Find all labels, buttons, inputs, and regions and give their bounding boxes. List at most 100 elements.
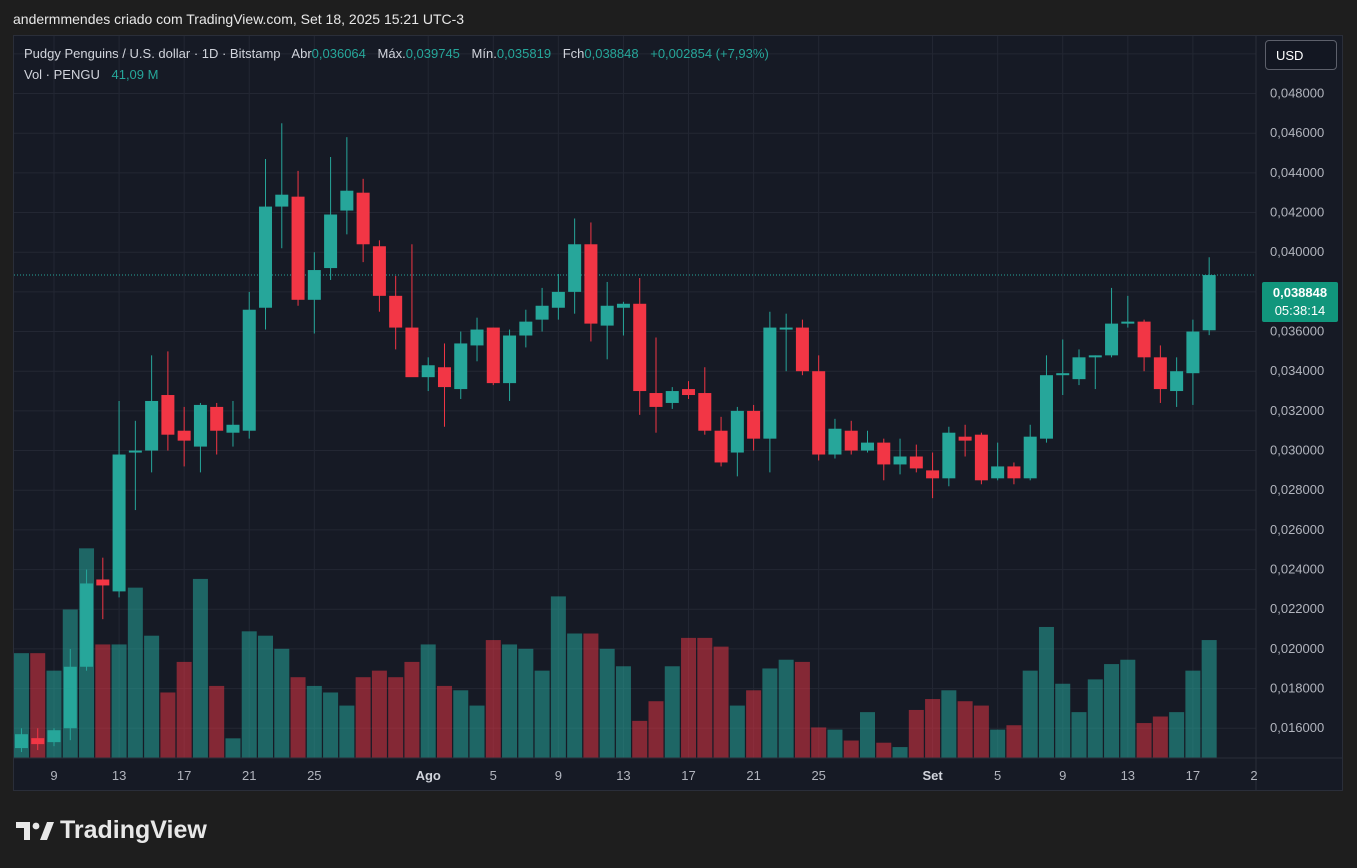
volume-bar bbox=[860, 712, 875, 758]
candle-body bbox=[31, 738, 45, 745]
volume-bar bbox=[176, 661, 192, 758]
candle-body bbox=[958, 436, 972, 441]
candle-body bbox=[1202, 275, 1216, 331]
volume-bar bbox=[225, 738, 241, 758]
volume-bar bbox=[697, 637, 713, 758]
volume-label[interactable]: Vol · PENGU bbox=[24, 67, 100, 82]
candle-body bbox=[340, 190, 354, 211]
candle-body bbox=[210, 406, 224, 431]
candle-body bbox=[437, 367, 451, 388]
candle-body bbox=[519, 321, 533, 336]
volume-bar bbox=[762, 668, 778, 758]
tradingview-logo[interactable]: TradingView bbox=[16, 816, 207, 845]
price-chart[interactable]: 0,016000 0,018000 0,020000 0,022000 0,024000… bbox=[14, 36, 1342, 790]
volume-bar bbox=[111, 644, 127, 758]
volume-bar bbox=[567, 633, 583, 758]
volume-bar bbox=[420, 644, 436, 758]
candle-body bbox=[600, 305, 614, 326]
volume-bar bbox=[518, 648, 534, 758]
y-tick-label: 0,032000 bbox=[1270, 403, 1324, 418]
candle-body bbox=[1039, 375, 1053, 439]
candle-body bbox=[193, 404, 207, 447]
candle-body bbox=[1088, 355, 1102, 358]
candle-body bbox=[893, 456, 907, 465]
candle-body bbox=[551, 291, 565, 308]
candle-body bbox=[80, 583, 94, 667]
candle-body bbox=[503, 335, 517, 384]
volume-bar bbox=[160, 692, 176, 758]
volume-bar bbox=[192, 578, 208, 758]
volume-bar bbox=[209, 685, 225, 758]
x-tick-label: 5 bbox=[994, 768, 1001, 783]
candle-body bbox=[828, 428, 842, 455]
candle-body bbox=[682, 389, 696, 396]
volume-bar bbox=[973, 705, 989, 758]
candle-body bbox=[1056, 373, 1070, 376]
y-tick-label: 0,024000 bbox=[1270, 562, 1324, 577]
candle-body bbox=[535, 305, 549, 320]
candle-body bbox=[47, 730, 61, 743]
volume-bar bbox=[436, 685, 452, 758]
volume-bar bbox=[1006, 725, 1022, 758]
volume-bar bbox=[908, 709, 924, 758]
volume-bar bbox=[1055, 683, 1071, 758]
volume-bar bbox=[632, 720, 648, 758]
last-price-tag: 0,038848 05:38:14 bbox=[1262, 282, 1338, 322]
candle-body bbox=[1186, 331, 1200, 374]
candle-body bbox=[991, 466, 1005, 479]
volume-bar bbox=[1071, 712, 1087, 758]
brand-name: TradingView bbox=[60, 816, 207, 844]
volume-bar bbox=[274, 648, 290, 758]
candle-body bbox=[470, 329, 484, 346]
volume-bar bbox=[371, 670, 387, 758]
candle-body bbox=[584, 244, 598, 324]
candle-body bbox=[145, 400, 159, 451]
volume-bar bbox=[306, 685, 322, 758]
volume-bar bbox=[583, 633, 599, 758]
candle-body bbox=[1072, 357, 1086, 380]
volume-bar bbox=[794, 661, 810, 758]
close-value: 0,038848 bbox=[584, 46, 639, 61]
currency-button[interactable]: USD bbox=[1265, 40, 1337, 70]
x-tick-label: 25 bbox=[811, 768, 825, 783]
volume-bar bbox=[502, 644, 518, 758]
volume-bar bbox=[778, 659, 794, 758]
candle-body bbox=[226, 424, 240, 433]
x-tick-label: 13 bbox=[616, 768, 630, 783]
candle-body bbox=[795, 327, 809, 372]
volume-bar bbox=[1038, 626, 1054, 758]
x-tick-label: 17 bbox=[1186, 768, 1200, 783]
volume-value: 41,09 M bbox=[111, 67, 159, 82]
volume-bar bbox=[713, 646, 729, 758]
y-tick-label: 0,020000 bbox=[1270, 641, 1324, 656]
x-tick-label: 21 bbox=[242, 768, 256, 783]
candle-body bbox=[161, 395, 175, 435]
volume-bar bbox=[339, 705, 355, 758]
candle-body bbox=[63, 666, 77, 729]
volume-bar bbox=[941, 690, 957, 758]
candle-body bbox=[1007, 466, 1021, 479]
candle-body bbox=[486, 327, 500, 384]
volume-bar bbox=[599, 648, 615, 758]
low-value: 0,035819 bbox=[496, 46, 552, 61]
volume-bar bbox=[957, 701, 973, 758]
x-tick-label: 17 bbox=[681, 768, 695, 783]
chart-frame[interactable]: 0,016000 0,018000 0,020000 0,022000 0,024000… bbox=[13, 35, 1343, 791]
candle-body bbox=[747, 410, 761, 439]
change-value: +0,002854 (+7,93%) bbox=[650, 46, 769, 61]
volume-bar bbox=[1185, 670, 1201, 758]
volume-bar bbox=[681, 637, 697, 758]
volume-bar bbox=[729, 705, 745, 758]
volume-bar bbox=[127, 587, 143, 758]
y-tick-label: 0,030000 bbox=[1270, 443, 1324, 458]
y-tick-label: 0,022000 bbox=[1270, 601, 1324, 616]
open-label: Abr bbox=[291, 46, 312, 61]
x-tick-label: 9 bbox=[1059, 768, 1066, 783]
volume-bar bbox=[404, 661, 420, 758]
candle-body bbox=[356, 192, 370, 245]
volume-bar bbox=[925, 699, 941, 758]
candle-body bbox=[421, 365, 435, 378]
volume-bar bbox=[323, 692, 339, 758]
candle-body bbox=[454, 343, 468, 390]
symbol-title[interactable]: Pudgy Penguins / U.S. dollar · 1D · Bits… bbox=[24, 46, 281, 61]
